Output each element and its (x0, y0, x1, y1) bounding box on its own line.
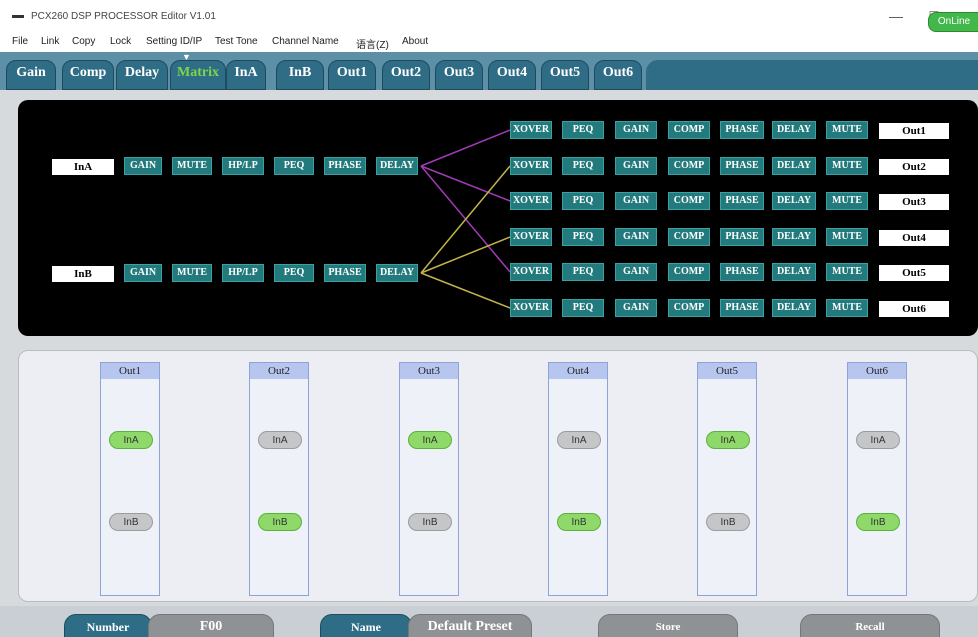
inb-phase-block[interactable]: PHASE (324, 264, 366, 282)
ina-hplp-block[interactable]: HP/LP (222, 157, 264, 175)
out6-xover-block[interactable]: XOVER (510, 299, 552, 317)
input-label-inb: InB (52, 266, 114, 282)
out3-peq-block[interactable]: PEQ (562, 192, 604, 210)
out3-gain-block[interactable]: GAIN (615, 192, 657, 210)
out1-mute-block[interactable]: MUTE (826, 121, 868, 139)
out3-mute-block[interactable]: MUTE (826, 192, 868, 210)
route-ina-out5-toggle[interactable]: InA (706, 431, 750, 449)
ina-peq-block[interactable]: PEQ (274, 157, 314, 175)
out3-comp-block[interactable]: COMP (668, 192, 710, 210)
out2-xover-block[interactable]: XOVER (510, 157, 552, 175)
routing-panel (18, 350, 978, 602)
out1-delay-block[interactable]: DELAY (772, 121, 816, 139)
routing-column-header: Out3 (400, 363, 458, 379)
out2-phase-block[interactable]: PHASE (720, 157, 764, 175)
out2-gain-block[interactable]: GAIN (615, 157, 657, 175)
out6-phase-block[interactable]: PHASE (720, 299, 764, 317)
out6-peq-block[interactable]: PEQ (562, 299, 604, 317)
out4-gain-block[interactable]: GAIN (615, 228, 657, 246)
out6-delay-block[interactable]: DELAY (772, 299, 816, 317)
out5-peq-block[interactable]: PEQ (562, 263, 604, 281)
routing-column-header: Out2 (250, 363, 308, 379)
output-label-out6: Out6 (879, 301, 949, 317)
out4-comp-block[interactable]: COMP (668, 228, 710, 246)
out2-comp-block[interactable]: COMP (668, 157, 710, 175)
out1-peq-block[interactable]: PEQ (562, 121, 604, 139)
routing-column-header: Out4 (549, 363, 607, 379)
route-ina-out2-toggle[interactable]: InA (258, 431, 302, 449)
out5-delay-block[interactable]: DELAY (772, 263, 816, 281)
inb-peq-block[interactable]: PEQ (274, 264, 314, 282)
preset-number-value: F00 (148, 614, 274, 637)
out5-comp-block[interactable]: COMP (668, 263, 710, 281)
route-ina-out3-toggle[interactable]: InA (408, 431, 452, 449)
out5-gain-block[interactable]: GAIN (615, 263, 657, 281)
output-label-out5: Out5 (879, 265, 949, 281)
out5-mute-block[interactable]: MUTE (826, 263, 868, 281)
routing-column-out6: Out6 InA InB (847, 362, 907, 596)
routing-column-header: Out5 (698, 363, 756, 379)
routing-column-header: Out1 (101, 363, 159, 379)
route-ina-out4-toggle[interactable]: InA (557, 431, 601, 449)
store-button[interactable]: Store (598, 614, 738, 637)
preset-number-label: Number (64, 614, 152, 637)
route-line-ina-out3 (420, 165, 511, 202)
recall-button[interactable]: Recall (800, 614, 940, 637)
routing-column-out3: Out3 InA InB (399, 362, 459, 596)
out5-xover-block[interactable]: XOVER (510, 263, 552, 281)
output-label-out4: Out4 (879, 230, 949, 246)
routing-column-out1: Out1 InA InB (100, 362, 160, 596)
out2-mute-block[interactable]: MUTE (826, 157, 868, 175)
output-label-out1: Out1 (879, 123, 949, 139)
routing-column-out5: Out5 InA InB (697, 362, 757, 596)
route-line-ina-out1 (420, 129, 511, 167)
out4-peq-block[interactable]: PEQ (562, 228, 604, 246)
out3-xover-block[interactable]: XOVER (510, 192, 552, 210)
out6-mute-block[interactable]: MUTE (826, 299, 868, 317)
route-inb-out5-toggle[interactable]: InB (706, 513, 750, 531)
out3-phase-block[interactable]: PHASE (720, 192, 764, 210)
route-inb-out6-toggle[interactable]: InB (856, 513, 900, 531)
preset-name-label: Name (320, 614, 412, 637)
inb-hplp-block[interactable]: HP/LP (222, 264, 264, 282)
ina-gain-block[interactable]: GAIN (124, 157, 162, 175)
out4-phase-block[interactable]: PHASE (720, 228, 764, 246)
route-inb-out1-toggle[interactable]: InB (109, 513, 153, 531)
out1-comp-block[interactable]: COMP (668, 121, 710, 139)
inb-gain-block[interactable]: GAIN (124, 264, 162, 282)
routing-column-out2: Out2 InA InB (249, 362, 309, 596)
preset-name-value: Default Preset (408, 614, 532, 637)
route-inb-out3-toggle[interactable]: InB (408, 513, 452, 531)
ina-phase-block[interactable]: PHASE (324, 157, 366, 175)
out1-phase-block[interactable]: PHASE (720, 121, 764, 139)
out6-gain-block[interactable]: GAIN (615, 299, 657, 317)
out1-xover-block[interactable]: XOVER (510, 121, 552, 139)
inb-mute-block[interactable]: MUTE (172, 264, 212, 282)
route-ina-out6-toggle[interactable]: InA (856, 431, 900, 449)
out6-comp-block[interactable]: COMP (668, 299, 710, 317)
out4-xover-block[interactable]: XOVER (510, 228, 552, 246)
output-label-out2: Out2 (879, 159, 949, 175)
ina-mute-block[interactable]: MUTE (172, 157, 212, 175)
route-inb-out2-toggle[interactable]: InB (258, 513, 302, 531)
ina-delay-block[interactable]: DELAY (376, 157, 418, 175)
out2-peq-block[interactable]: PEQ (562, 157, 604, 175)
inb-delay-block[interactable]: DELAY (376, 264, 418, 282)
out1-gain-block[interactable]: GAIN (615, 121, 657, 139)
route-ina-out1-toggle[interactable]: InA (109, 431, 153, 449)
routing-column-out4: Out4 InA InB (548, 362, 608, 596)
route-line-inb-out6 (420, 272, 511, 309)
output-label-out3: Out3 (879, 194, 949, 210)
out4-delay-block[interactable]: DELAY (772, 228, 816, 246)
route-inb-out4-toggle[interactable]: InB (557, 513, 601, 531)
out3-delay-block[interactable]: DELAY (772, 192, 816, 210)
input-label-ina: InA (52, 159, 114, 175)
out4-mute-block[interactable]: MUTE (826, 228, 868, 246)
routing-column-header: Out6 (848, 363, 906, 379)
out2-delay-block[interactable]: DELAY (772, 157, 816, 175)
out5-phase-block[interactable]: PHASE (720, 263, 764, 281)
